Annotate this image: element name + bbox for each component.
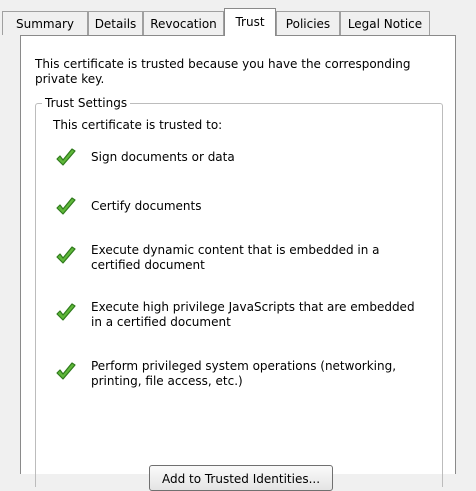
trust-item-label: Execute dynamic content that is embedded… bbox=[91, 243, 380, 272]
check-icon bbox=[56, 246, 76, 264]
tab-policies[interactable]: Policies bbox=[276, 11, 340, 35]
check-icon bbox=[56, 303, 76, 321]
tab-revocation[interactable]: Revocation bbox=[143, 11, 224, 35]
trusted-to-label: This certificate is trusted to: bbox=[53, 118, 223, 132]
trust-item-label: Execute high privilege JavaScripts that … bbox=[91, 300, 415, 329]
tab-strip: Summary Details Revocation Trust Policie… bbox=[0, 8, 476, 36]
tab-legal-notice[interactable]: Legal Notice bbox=[340, 11, 430, 35]
trust-tab-panel: This certificate is trusted because you … bbox=[20, 35, 456, 491]
check-icon bbox=[56, 148, 76, 166]
trust-item-label: Perform privileged system operations (ne… bbox=[91, 359, 397, 388]
trust-intro-text: This certificate is trusted because you … bbox=[35, 57, 411, 86]
tab-trust[interactable]: Trust bbox=[224, 8, 276, 36]
check-icon bbox=[56, 197, 76, 215]
trust-settings-title: Trust Settings bbox=[42, 96, 131, 111]
trust-item-label: Sign documents or data bbox=[91, 150, 235, 164]
add-to-trusted-identities-button[interactable]: Add to Trusted Identities... bbox=[149, 465, 333, 491]
trust-item-label: Certify documents bbox=[91, 199, 202, 213]
tab-details[interactable]: Details bbox=[88, 11, 143, 35]
tab-summary[interactable]: Summary bbox=[2, 11, 88, 35]
check-icon bbox=[56, 362, 76, 380]
trust-settings-group: Trust Settings This certificate is trust… bbox=[35, 96, 443, 491]
